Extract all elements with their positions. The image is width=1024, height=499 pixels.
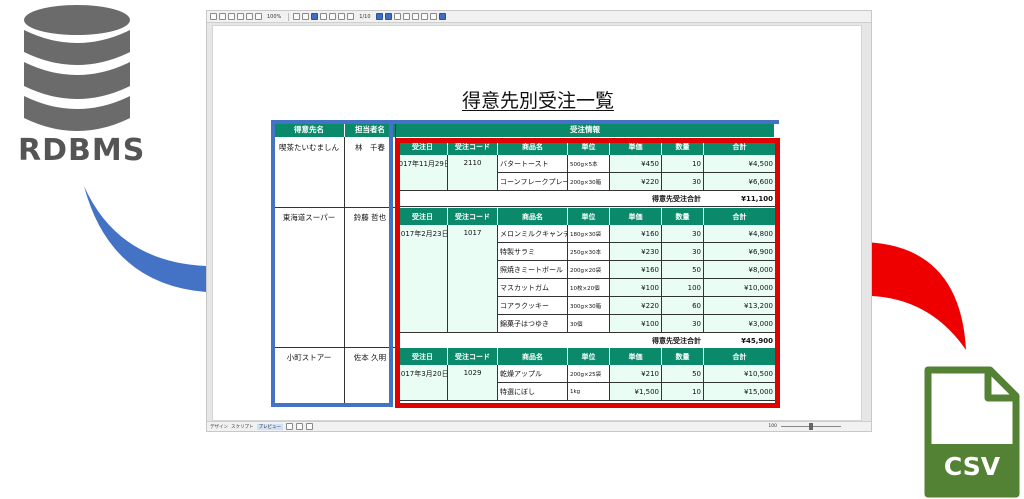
continuous-icon[interactable] [320, 13, 328, 20]
status-zoom: 100 [768, 424, 777, 429]
csv-label: CSV [943, 452, 1001, 481]
tool-icon[interactable] [296, 423, 303, 430]
export-icon[interactable] [228, 13, 235, 20]
single-page-icon[interactable] [311, 13, 319, 20]
fit-width-icon[interactable] [302, 13, 310, 20]
last-page-icon[interactable] [384, 13, 392, 20]
viewer-toolbar: 100% 1/10 [207, 11, 871, 23]
new-icon[interactable] [210, 13, 217, 20]
parameters-icon[interactable] [429, 13, 437, 20]
forward-icon[interactable] [402, 13, 410, 20]
rdbms-label: RDBMS [18, 133, 146, 168]
toolbar-divider [288, 12, 290, 21]
refresh-icon[interactable] [411, 13, 419, 20]
zoom-slider-knob[interactable] [809, 423, 813, 430]
tool-icon[interactable] [286, 423, 293, 430]
search-icon[interactable] [237, 13, 244, 20]
next-page-icon[interactable] [375, 13, 383, 20]
page-indicator[interactable]: 1/10 [356, 14, 373, 20]
back-icon[interactable] [393, 13, 401, 20]
report-title: 得意先別受注一覧 [461, 90, 614, 112]
stop-icon[interactable] [420, 13, 428, 20]
zoom-in-icon[interactable] [246, 13, 253, 20]
prev-page-icon[interactable] [347, 13, 355, 20]
tool-icon[interactable] [306, 423, 313, 430]
script-tab[interactable]: スクリプト [231, 424, 254, 430]
thumbnails-icon[interactable] [438, 13, 446, 20]
zoom-out-icon[interactable] [255, 13, 262, 20]
rdbms-region-frame [271, 120, 393, 407]
viewer-statusbar: デザイン スクリプト プレビュー 100 [207, 421, 871, 431]
zoom-level[interactable]: 100% [264, 14, 284, 20]
first-page-icon[interactable] [338, 13, 346, 20]
csv-region-frame [395, 138, 780, 408]
fit-page-icon[interactable] [293, 13, 301, 20]
preview-tab[interactable]: プレビュー [256, 423, 283, 430]
database-icon [24, 5, 130, 131]
layout-icon[interactable] [329, 13, 337, 20]
print-icon[interactable] [219, 13, 226, 20]
design-tab[interactable]: デザイン [210, 424, 228, 430]
